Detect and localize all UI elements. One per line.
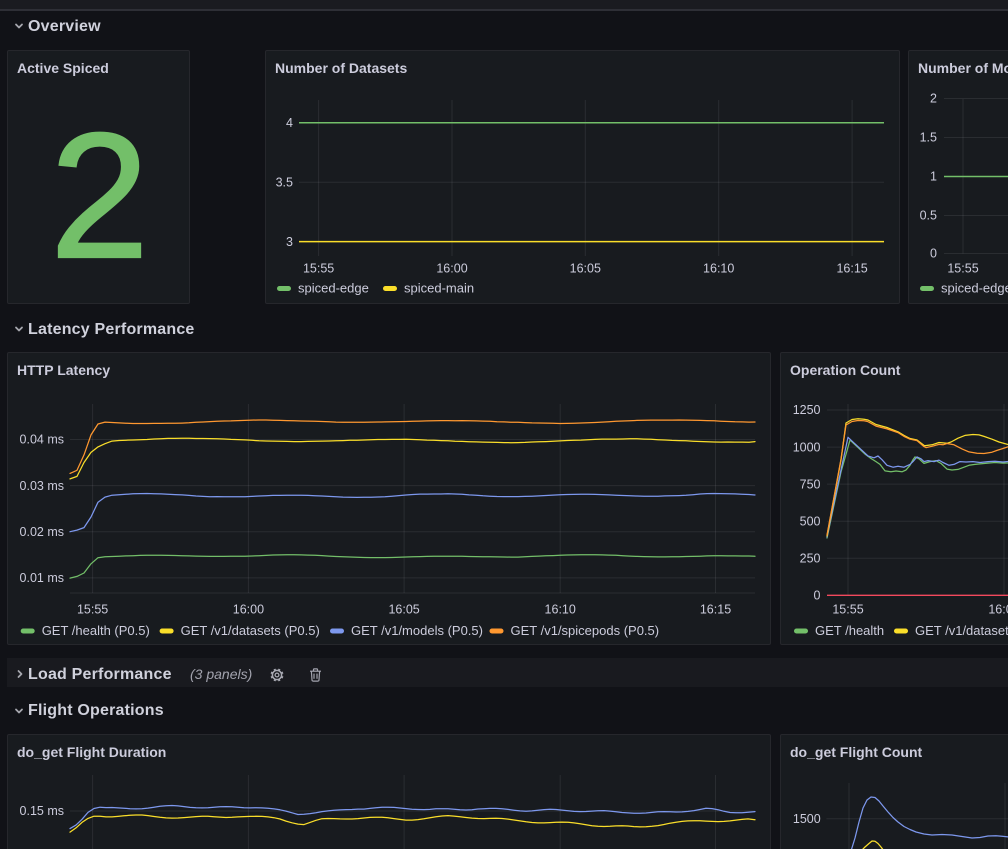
svg-text:GET /v1/models (P0.5): GET /v1/models (P0.5) — [351, 623, 483, 638]
svg-text:15:55: 15:55 — [832, 603, 863, 617]
svg-text:16:10: 16:10 — [703, 262, 734, 276]
svg-text:16:10: 16:10 — [545, 603, 576, 617]
svg-text:16:05: 16:05 — [570, 262, 601, 276]
svg-text:16:00: 16:00 — [233, 603, 264, 617]
svg-text:15:55: 15:55 — [303, 262, 334, 276]
svg-text:750: 750 — [800, 477, 821, 491]
svg-text:GET /health (P0.5): GET /health (P0.5) — [42, 623, 150, 638]
svg-text:4: 4 — [286, 116, 293, 130]
svg-text:GET /v1/spicepods (P0.5): GET /v1/spicepods (P0.5) — [511, 623, 660, 638]
svg-text:3.5: 3.5 — [276, 176, 293, 190]
svg-text:16:05: 16:05 — [388, 603, 419, 617]
svg-text:1000: 1000 — [793, 440, 821, 454]
svg-text:15:55: 15:55 — [947, 262, 978, 276]
svg-text:0.04 ms: 0.04 ms — [20, 433, 64, 447]
svg-text:16:15: 16:15 — [700, 603, 731, 617]
svg-text:250: 250 — [800, 552, 821, 566]
svg-text:0.01 ms: 0.01 ms — [20, 571, 64, 585]
svg-text:GET /v1/datasets (P0.5): GET /v1/datasets (P0.5) — [181, 623, 320, 638]
svg-text:0.02 ms: 0.02 ms — [20, 525, 64, 539]
svg-text:GET /v1/datasets: GET /v1/datasets — [915, 623, 1008, 638]
svg-text:15:55: 15:55 — [77, 603, 108, 617]
svg-text:16:00: 16:00 — [988, 603, 1008, 617]
svg-text:3: 3 — [286, 235, 293, 249]
svg-text:0: 0 — [930, 247, 937, 261]
svg-text:500: 500 — [800, 514, 821, 528]
svg-text:1250: 1250 — [793, 403, 821, 417]
svg-text:16:00: 16:00 — [436, 262, 467, 276]
svg-text:16:15: 16:15 — [836, 262, 867, 276]
svg-text:0.15 ms: 0.15 ms — [20, 804, 64, 818]
svg-text:2: 2 — [930, 92, 937, 106]
svg-text:0: 0 — [814, 589, 821, 603]
svg-text:0.03 ms: 0.03 ms — [20, 479, 64, 493]
svg-text:1.5: 1.5 — [920, 131, 937, 145]
svg-text:spiced-main: spiced-main — [404, 281, 474, 296]
svg-text:GET /health: GET /health — [815, 623, 884, 638]
svg-text:1500: 1500 — [793, 812, 821, 826]
svg-text:spiced-edge: spiced-edge — [941, 281, 1008, 296]
svg-text:0.5: 0.5 — [920, 209, 937, 223]
svg-text:1: 1 — [930, 170, 937, 184]
svg-text:spiced-edge: spiced-edge — [298, 281, 369, 296]
